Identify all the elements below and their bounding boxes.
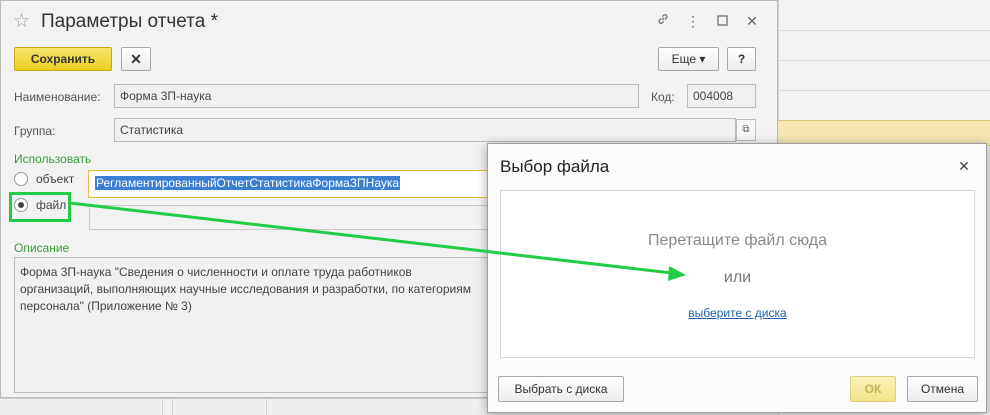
annotation-arrow [69,201,686,281]
